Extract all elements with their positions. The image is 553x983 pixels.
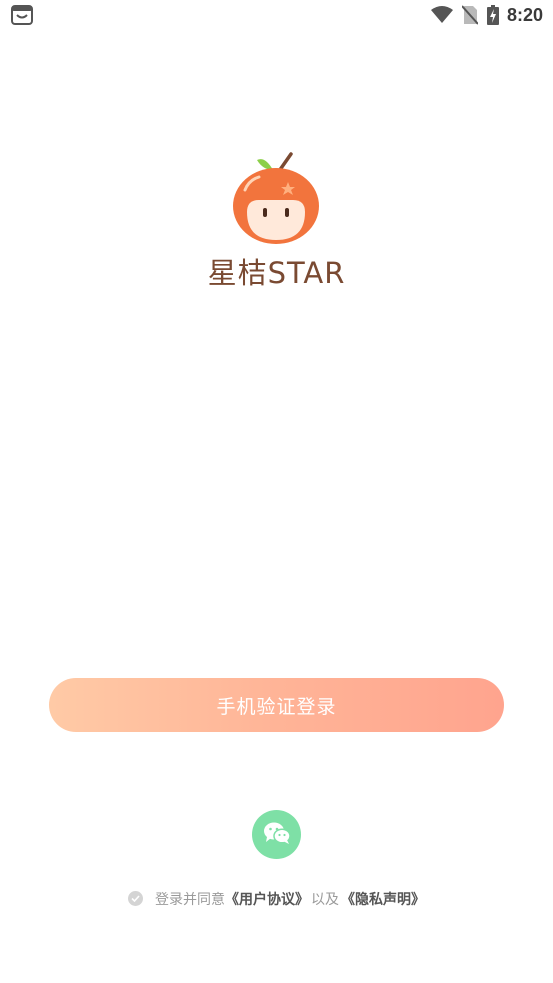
notification-bag-icon [11, 5, 33, 25]
phone-login-button[interactable]: 手机验证登录 [49, 678, 504, 732]
brand-name: 星桔STAR [207, 256, 346, 290]
agree-checkbox[interactable] [128, 890, 143, 906]
no-sim-icon [461, 5, 478, 25]
user-agreement-link[interactable]: 《用户协议》 [225, 889, 309, 909]
privacy-statement-link[interactable]: 《隐私声明》 [341, 889, 425, 909]
agreement-joiner: 以及 [311, 892, 339, 908]
wechat-icon [263, 821, 291, 849]
wechat-login-button[interactable] [252, 810, 301, 859]
status-bar: 8:20 [0, 0, 553, 30]
agreement-prefix: 登录并同意 [155, 892, 225, 908]
tangerine-mascot-logo-icon [225, 150, 325, 250]
check-icon [131, 894, 140, 902]
battery-charging-icon [486, 5, 499, 25]
wifi-icon [430, 6, 453, 24]
agreement-row: 登录并同意 《用户协议》 以及 《隐私声明》 [0, 889, 553, 909]
status-time: 8:20 [506, 4, 543, 25]
